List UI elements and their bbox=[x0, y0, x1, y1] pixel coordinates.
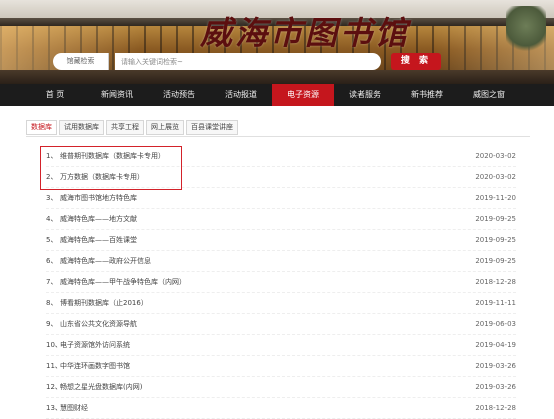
search-button[interactable]: 搜 索 bbox=[391, 53, 441, 70]
list-item[interactable]: 6、 威海特色库——政府公开信息 2019-09-25 bbox=[46, 251, 516, 272]
list-item-number: 4、 bbox=[46, 215, 58, 223]
list-item-link[interactable]: 威海特色库——甲午战争特色库（内网） bbox=[60, 278, 186, 286]
search-input[interactable] bbox=[115, 53, 381, 70]
list-item[interactable]: 12、畅想之星光盘数据库(内网) 2019-03-26 bbox=[46, 377, 516, 398]
list-item[interactable]: 8、 博看期刊数据库（止2016） 2019-11-11 bbox=[46, 293, 516, 314]
list-item[interactable]: 5、 威海特色库——百姓课堂 2019-09-25 bbox=[46, 230, 516, 251]
banner-ground bbox=[0, 70, 554, 84]
list-item-date: 2020-03-02 bbox=[475, 173, 516, 181]
tab[interactable]: 网上展览 bbox=[146, 120, 184, 135]
resource-list: 1、 维普期刊数据库（数据库卡专用） 2020-03-02 2、 万方数据（数据库卡专用… bbox=[46, 146, 516, 419]
list-item-link[interactable]: 山东省公共文化资源导航 bbox=[60, 320, 137, 328]
nav-item[interactable]: 读者服务 bbox=[334, 84, 396, 106]
tabs-divider bbox=[26, 136, 530, 137]
list-item-link[interactable]: 威海特色库——地方文献 bbox=[60, 215, 137, 223]
list-item-link[interactable]: 威海市图书馆地方特色库 bbox=[60, 194, 137, 202]
list-item-number: 9、 bbox=[46, 320, 58, 328]
tab[interactable]: 数据库 bbox=[26, 120, 57, 135]
list-item[interactable]: 4、 威海特色库——地方文献 2019-09-25 bbox=[46, 209, 516, 230]
list-item-number: 12、 bbox=[46, 383, 62, 391]
list-item[interactable]: 2、 万方数据（数据库卡专用） 2020-03-02 bbox=[46, 167, 516, 188]
tab[interactable]: 试用数据库 bbox=[59, 120, 104, 135]
main-nav: 首 页新闻资讯 活动预告 活动报道 电子资源 读者服务 新书推荐 威图之窗 bbox=[0, 84, 554, 106]
banner-tree bbox=[506, 6, 546, 56]
tab[interactable]: 共享工程 bbox=[106, 120, 144, 135]
list-item-link[interactable]: 博看期刊数据库（止2016） bbox=[60, 299, 148, 307]
list-item[interactable]: 13、慧图财经 2018-12-28 bbox=[46, 398, 516, 419]
nav-item[interactable]: 威图之窗 bbox=[458, 84, 520, 106]
list-item[interactable]: 11、中华连环画数字图书馆 2019-03-26 bbox=[46, 356, 516, 377]
list-item-number: 2、 bbox=[46, 173, 58, 181]
nav-item[interactable]: 新闻资讯 bbox=[86, 84, 148, 106]
list-item-number: 6、 bbox=[46, 257, 58, 265]
list-item-link[interactable]: 中华连环画数字图书馆 bbox=[60, 362, 130, 370]
list-item-date: 2019-04-19 bbox=[475, 341, 516, 349]
list-item-date: 2018-12-28 bbox=[475, 278, 516, 286]
list-item-link[interactable]: 威海特色库——政府公开信息 bbox=[60, 257, 151, 265]
nav-item[interactable]: 首 页 bbox=[24, 84, 86, 106]
list-item-number: 10、 bbox=[46, 341, 62, 349]
category-tabs: 数据库 试用数据库 共享工程 网上展览 百县课堂讲座 bbox=[26, 120, 240, 135]
list-item-date: 2019-09-25 bbox=[475, 257, 516, 265]
list-item-link[interactable]: 慧图财经 bbox=[60, 404, 88, 412]
content-panel: 数据库 试用数据库 共享工程 网上展览 百县课堂讲座 1、 维普期刊数据库（数据库卡专用）… bbox=[14, 106, 540, 419]
list-item-number: 8、 bbox=[46, 299, 58, 307]
search-scope-select[interactable]: 馆藏检索 bbox=[53, 53, 109, 70]
list-item-number: 3、 bbox=[46, 194, 58, 202]
nav-item[interactable]: 活动报道 bbox=[210, 84, 272, 106]
nav-item[interactable]: 电子资源 bbox=[272, 84, 334, 106]
list-item[interactable]: 7、 威海特色库——甲午战争特色库（内网） 2018-12-28 bbox=[46, 272, 516, 293]
list-item[interactable]: 9、 山东省公共文化资源导航 2019-06-03 bbox=[46, 314, 516, 335]
list-item-link[interactable]: 万方数据（数据库卡专用） bbox=[60, 173, 144, 181]
list-item[interactable]: 3、 威海市图书馆地方特色库 2019-11-20 bbox=[46, 188, 516, 209]
tab[interactable]: 百县课堂讲座 bbox=[186, 120, 238, 135]
list-item-date: 2019-03-26 bbox=[475, 362, 516, 370]
list-item-date: 2019-11-11 bbox=[475, 299, 516, 307]
search-bar: 馆藏检索 搜 索 bbox=[53, 53, 441, 70]
list-item[interactable]: 10、电子资源馆外访问系统 2019-04-19 bbox=[46, 335, 516, 356]
list-item-link[interactable]: 威海特色库——百姓课堂 bbox=[60, 236, 137, 244]
list-item-date: 2019-03-26 bbox=[475, 383, 516, 391]
list-item-link[interactable]: 畅想之星光盘数据库(内网) bbox=[60, 383, 142, 391]
list-item-date: 2019-09-25 bbox=[475, 236, 516, 244]
list-item-number: 13、 bbox=[46, 404, 62, 412]
list-item-link[interactable]: 电子资源馆外访问系统 bbox=[60, 341, 130, 349]
list-item-number: 5、 bbox=[46, 236, 58, 244]
list-item-date: 2018-12-28 bbox=[475, 404, 516, 412]
list-item-date: 2019-06-03 bbox=[475, 320, 516, 328]
list-item-date: 2019-11-20 bbox=[475, 194, 516, 202]
list-item[interactable]: 1、 维普期刊数据库（数据库卡专用） 2020-03-02 bbox=[46, 146, 516, 167]
list-item-date: 2020-03-02 bbox=[475, 152, 516, 160]
list-item-number: 1、 bbox=[46, 152, 58, 160]
library-logo[interactable]: 威海市图书馆 bbox=[200, 8, 407, 52]
list-item-number: 11、 bbox=[46, 362, 62, 370]
header-banner: 威海市图书馆 bbox=[0, 0, 554, 84]
list-item-link[interactable]: 维普期刊数据库（数据库卡专用） bbox=[60, 152, 165, 160]
nav-item[interactable]: 新书推荐 bbox=[396, 84, 458, 106]
list-item-number: 7、 bbox=[46, 278, 58, 286]
list-item-date: 2019-09-25 bbox=[475, 215, 516, 223]
nav-item[interactable]: 活动预告 bbox=[148, 84, 210, 106]
